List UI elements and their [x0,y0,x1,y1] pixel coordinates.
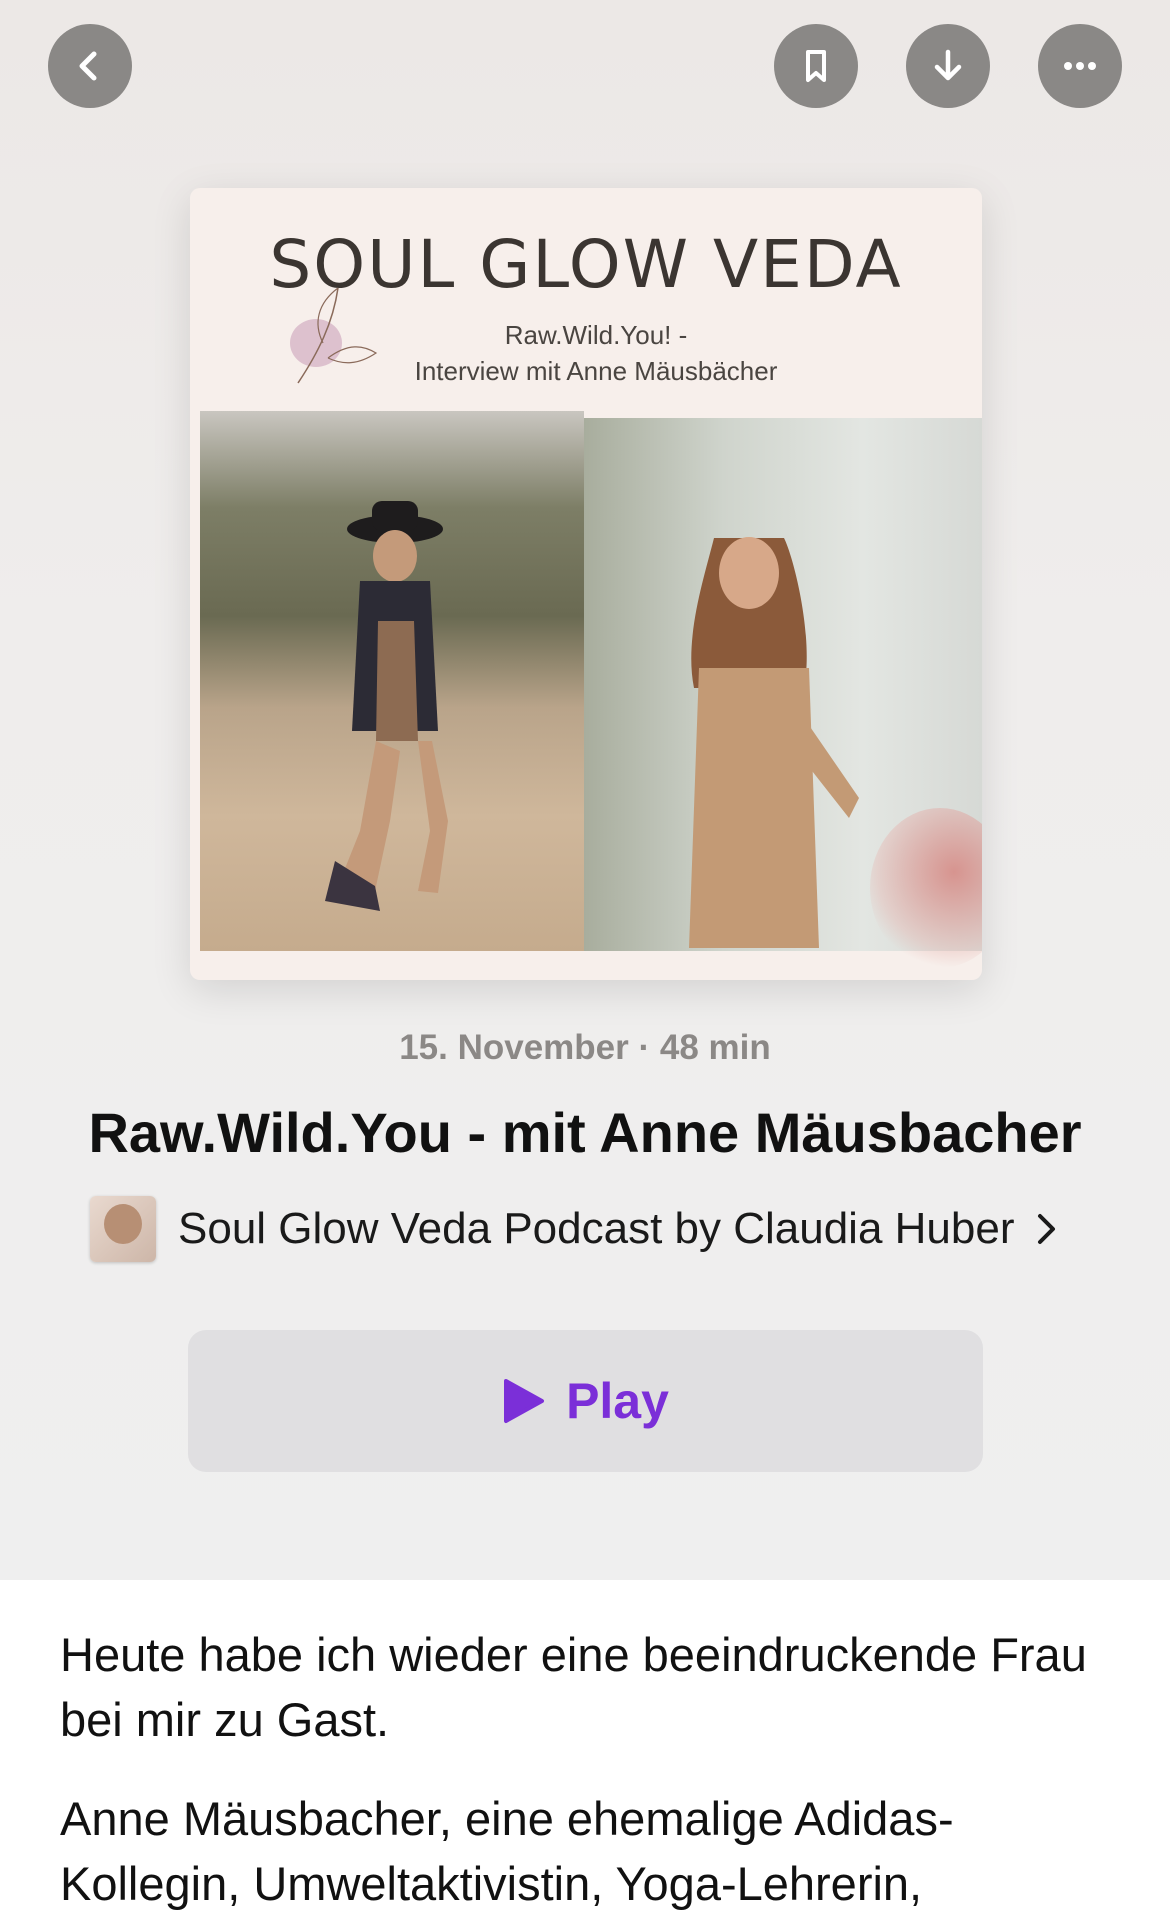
play-label: Play [566,1373,669,1429]
person-silhouette [689,537,859,948]
play-button[interactable]: Play [188,1330,983,1472]
podcast-thumbnail [90,1196,156,1262]
artwork-subtitle-line1: Raw.Wild.You! - [504,320,688,350]
episode-meta: 15. November · 48 min [399,1028,771,1067]
download-button[interactable] [906,24,990,108]
more-button[interactable] [1038,24,1122,108]
description-paragraph: Anne Mäusbacher, eine ehemalige Adidas-K… [60,1792,954,1910]
chevron-left-icon [79,51,97,81]
person-silhouette [325,501,448,911]
episode-artwork: SOUL GLOW VEDA Raw.Wild.You! - Interview… [190,188,982,980]
artwork-subtitle-line2: Interview mit Anne Mäusbächer [414,356,778,386]
play-icon [504,1379,545,1423]
episode-title: Raw.Wild.You - mit Anne Mäusbacher [88,1101,1082,1164]
download-arrow-icon [934,49,962,81]
chevron-right-icon [1037,1214,1055,1244]
bookmark-button[interactable] [774,24,858,108]
back-button[interactable] [48,24,132,108]
photo-left [200,411,584,951]
podcast-name: Soul Glow Veda Podcast by Claudia Huber [178,1204,1015,1253]
podcast-link[interactable]: Soul Glow Veda Podcast by Claudia Huber [90,1194,1059,1264]
episode-description: Heute habe ich wieder eine beeindruckend… [0,1580,1170,1911]
description-paragraph: Heute habe ich wieder eine beeindruckend… [60,1628,1087,1746]
ellipsis-icon [1064,62,1096,70]
bookmark-icon [806,50,826,82]
